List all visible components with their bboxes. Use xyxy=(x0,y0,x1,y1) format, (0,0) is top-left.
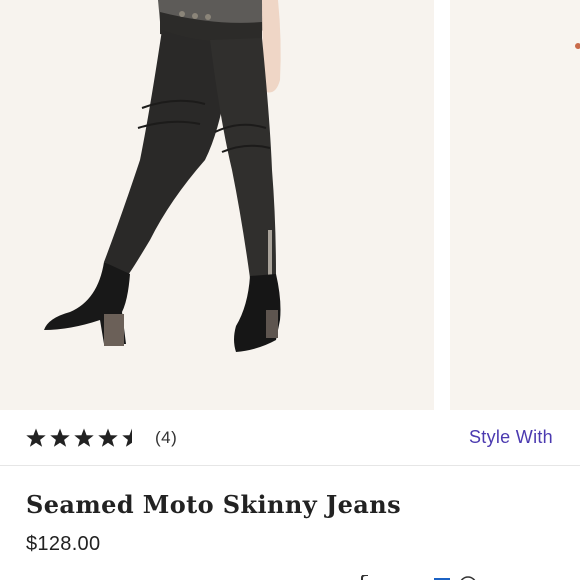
product-photo-main[interactable] xyxy=(0,0,434,410)
logo-icon xyxy=(432,572,450,580)
info-icon[interactable] xyxy=(458,572,476,580)
product-price: $128.00 xyxy=(26,533,101,555)
half-star-icon xyxy=(122,428,132,447)
review-count[interactable]: (4) xyxy=(155,428,177,448)
model-wearing-jeans-image xyxy=(0,0,434,410)
style-with-link[interactable]: Style With xyxy=(469,427,553,448)
star-icon xyxy=(26,428,46,447)
next-product-image xyxy=(450,0,580,410)
cut-off-text-line xyxy=(26,572,496,580)
product-photo-next[interactable] xyxy=(450,0,580,410)
product-title: Seamed Moto Skinny Jeans xyxy=(26,490,401,519)
rating-stars xyxy=(25,427,143,449)
logo-icon xyxy=(358,572,376,580)
star-icon xyxy=(50,428,70,447)
product-image-gallery[interactable] xyxy=(0,0,580,410)
rating-row: (4) Style With xyxy=(0,410,580,466)
star-icon xyxy=(98,428,118,447)
star-icon xyxy=(74,428,94,447)
